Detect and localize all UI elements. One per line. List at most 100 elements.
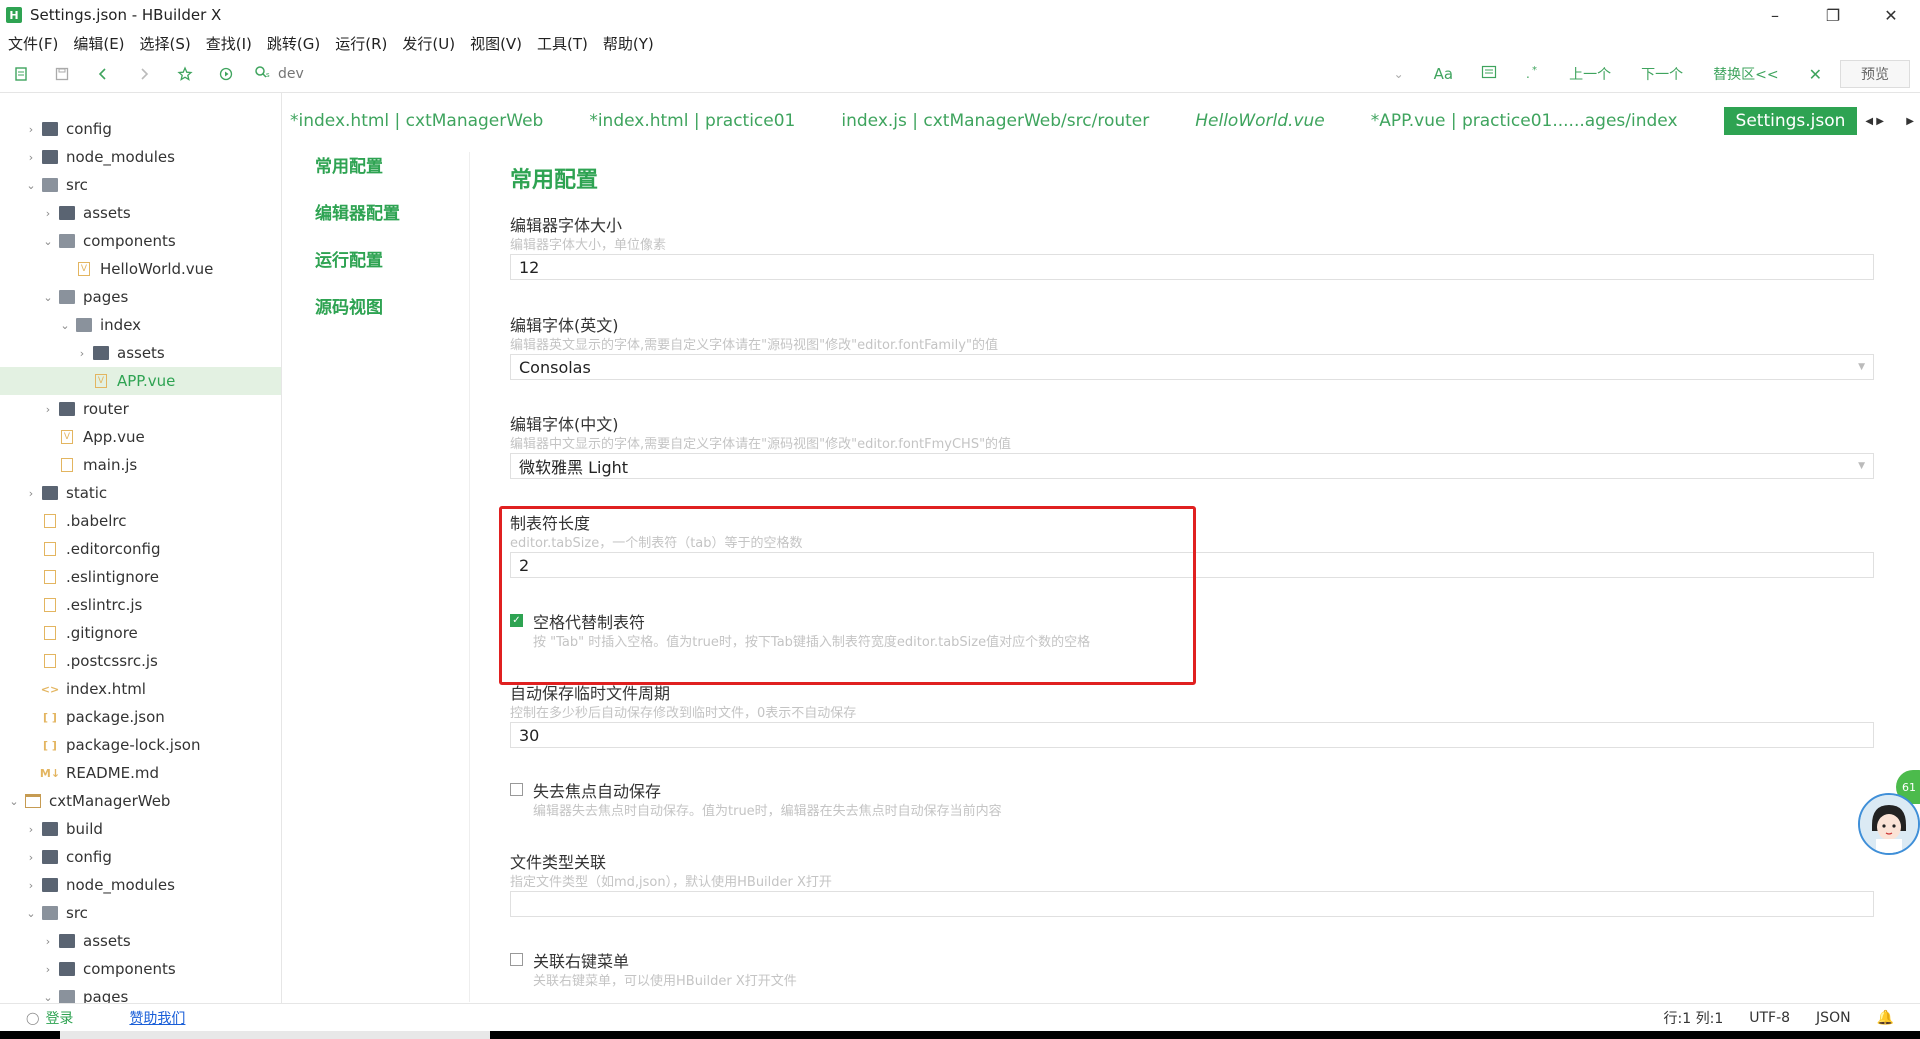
tree-item[interactable]: ⌄ pages: [0, 283, 281, 311]
tree-item[interactable]: <> index.html: [0, 675, 281, 703]
tree-item[interactable]: V App.vue: [0, 423, 281, 451]
tree-item[interactable]: main.js: [0, 451, 281, 479]
tree-item[interactable]: › assets: [0, 199, 281, 227]
find-next-button[interactable]: 下一个: [1641, 64, 1683, 84]
sponsor-link[interactable]: 赞助我们: [129, 1008, 185, 1028]
tree-item[interactable]: › config: [0, 843, 281, 871]
chevron-right-icon[interactable]: ›: [24, 123, 38, 136]
menu-select[interactable]: 选择(S): [140, 33, 191, 54]
login-link[interactable]: ◯ 登录: [26, 1008, 73, 1028]
back-arrow-icon[interactable]: [82, 59, 123, 89]
tree-item[interactable]: › build: [0, 815, 281, 843]
chevron-down-icon[interactable]: ⌄: [1394, 67, 1404, 81]
tab-index-js-router[interactable]: index.js | cxtManagerWeb/src/router: [841, 111, 1149, 131]
cursor-position[interactable]: 行:1 列:1: [1664, 1008, 1724, 1028]
font-size-input[interactable]: 12: [510, 254, 1874, 280]
tree-item[interactable]: › assets: [0, 927, 281, 955]
tree-item[interactable]: .eslintrc.js: [0, 591, 281, 619]
menu-file[interactable]: 文件(F): [8, 33, 58, 54]
settings-nav-source[interactable]: 源码视图: [290, 293, 469, 340]
context-menu-row[interactable]: 关联右键菜单: [510, 948, 1876, 971]
minimize-button[interactable]: –: [1746, 0, 1804, 30]
chevron-down-icon[interactable]: ⌄: [41, 291, 55, 304]
font-chinese-select[interactable]: 微软雅黑 Light ▼: [510, 453, 1874, 479]
file-association-input[interactable]: [510, 891, 1874, 917]
context-menu-checkbox[interactable]: [510, 952, 523, 966]
whole-word-icon[interactable]: [1481, 64, 1497, 84]
insert-spaces-checkbox[interactable]: ✓: [510, 613, 523, 627]
search-input[interactable]: [278, 66, 1278, 82]
tree-item[interactable]: › config: [0, 115, 281, 143]
tree-item[interactable]: ⌄ src: [0, 899, 281, 927]
menu-run[interactable]: 运行(R): [335, 33, 387, 54]
run-icon[interactable]: [205, 59, 246, 89]
font-english-select[interactable]: Consolas ▼: [510, 354, 1874, 380]
tree-item[interactable]: .eslintignore: [0, 563, 281, 591]
scroll-arrow-icon[interactable]: ▶: [1906, 116, 1914, 127]
menu-find[interactable]: 查找(I): [206, 33, 252, 54]
chevron-right-icon[interactable]: ›: [41, 207, 55, 220]
tab-settings-json[interactable]: Settings.json: [1723, 107, 1858, 135]
menu-edit[interactable]: 编辑(E): [73, 33, 124, 54]
tree-item[interactable]: V APP.vue: [0, 367, 281, 395]
menu-tools[interactable]: 工具(T): [537, 33, 588, 54]
chevron-right-icon[interactable]: ›: [24, 851, 38, 864]
tree-item[interactable]: ⌄ pages: [0, 983, 281, 1003]
tab-scroll-arrows[interactable]: ◀ ▶: [1865, 116, 1884, 127]
tree-item[interactable]: ⌄ src: [0, 171, 281, 199]
maximize-button[interactable]: ❐: [1804, 0, 1862, 30]
chevron-right-icon[interactable]: ›: [41, 963, 55, 976]
assistant-avatar[interactable]: [1858, 793, 1920, 855]
tree-item[interactable]: › assets: [0, 339, 281, 367]
tree-item[interactable]: › router: [0, 395, 281, 423]
find-prev-button[interactable]: 上一个: [1569, 64, 1611, 84]
chevron-right-icon[interactable]: ›: [24, 823, 38, 836]
tree-item[interactable]: [ ] package-lock.json: [0, 731, 281, 759]
chevron-right-icon[interactable]: ›: [24, 879, 38, 892]
tree-item[interactable]: M↓ README.md: [0, 759, 281, 787]
close-window-button[interactable]: ✕: [1862, 0, 1920, 30]
chevron-down-icon[interactable]: ⌄: [24, 179, 38, 192]
tab-size-input[interactable]: 2: [510, 552, 1874, 578]
tree-item[interactable]: ⌄ index: [0, 311, 281, 339]
chevron-right-icon[interactable]: ›: [41, 935, 55, 948]
blur-save-checkbox[interactable]: [510, 782, 523, 796]
menu-publish[interactable]: 发行(U): [402, 33, 455, 54]
tree-item[interactable]: › static: [0, 479, 281, 507]
replace-toggle-button[interactable]: 替换区<<: [1713, 64, 1778, 84]
close-search-button[interactable]: ✕: [1809, 65, 1822, 84]
forward-arrow-icon[interactable]: [123, 59, 164, 89]
match-case-button[interactable]: Aa: [1434, 65, 1453, 83]
tree-item[interactable]: › components: [0, 955, 281, 983]
tab-app-vue[interactable]: *APP.vue | practice01......ages/index: [1371, 111, 1678, 131]
new-file-icon[interactable]: [0, 59, 41, 89]
autosave-input[interactable]: 30: [510, 722, 1874, 748]
tree-item[interactable]: [ ] package.json: [0, 703, 281, 731]
chevron-down-icon[interactable]: ⌄: [58, 319, 72, 332]
settings-nav-run[interactable]: 运行配置: [290, 246, 469, 293]
save-icon[interactable]: [41, 59, 82, 89]
chevron-right-icon[interactable]: ›: [24, 487, 38, 500]
tree-item[interactable]: .gitignore: [0, 619, 281, 647]
chevron-down-icon[interactable]: ⌄: [7, 795, 21, 808]
menu-goto[interactable]: 跳转(G): [267, 33, 320, 54]
settings-nav-common[interactable]: 常用配置: [290, 152, 469, 199]
language-indicator[interactable]: JSON: [1816, 1010, 1851, 1026]
chevron-down-icon[interactable]: ⌄: [41, 991, 55, 1004]
star-icon[interactable]: [164, 59, 205, 89]
preview-button[interactable]: 预览: [1840, 60, 1910, 88]
tree-item[interactable]: ⌄ components: [0, 227, 281, 255]
regex-icon[interactable]: . *: [1525, 64, 1541, 84]
tree-item[interactable]: › node_modules: [0, 871, 281, 899]
tree-item[interactable]: .postcssrc.js: [0, 647, 281, 675]
tree-item[interactable]: .babelrc: [0, 507, 281, 535]
tab-index-html-cxtmanagerweb[interactable]: *index.html | cxtManagerWeb: [290, 111, 543, 131]
tree-item[interactable]: V HelloWorld.vue: [0, 255, 281, 283]
tab-helloworld-vue[interactable]: HelloWorld.vue: [1195, 111, 1325, 131]
menu-help[interactable]: 帮助(Y): [603, 33, 654, 54]
settings-nav-editor[interactable]: 编辑器配置: [290, 199, 469, 246]
chevron-down-icon[interactable]: ⌄: [24, 907, 38, 920]
menu-view[interactable]: 视图(V): [470, 33, 522, 54]
bell-icon[interactable]: 🔔: [1877, 1010, 1894, 1026]
blur-save-row[interactable]: 失去焦点自动保存: [510, 778, 1876, 801]
